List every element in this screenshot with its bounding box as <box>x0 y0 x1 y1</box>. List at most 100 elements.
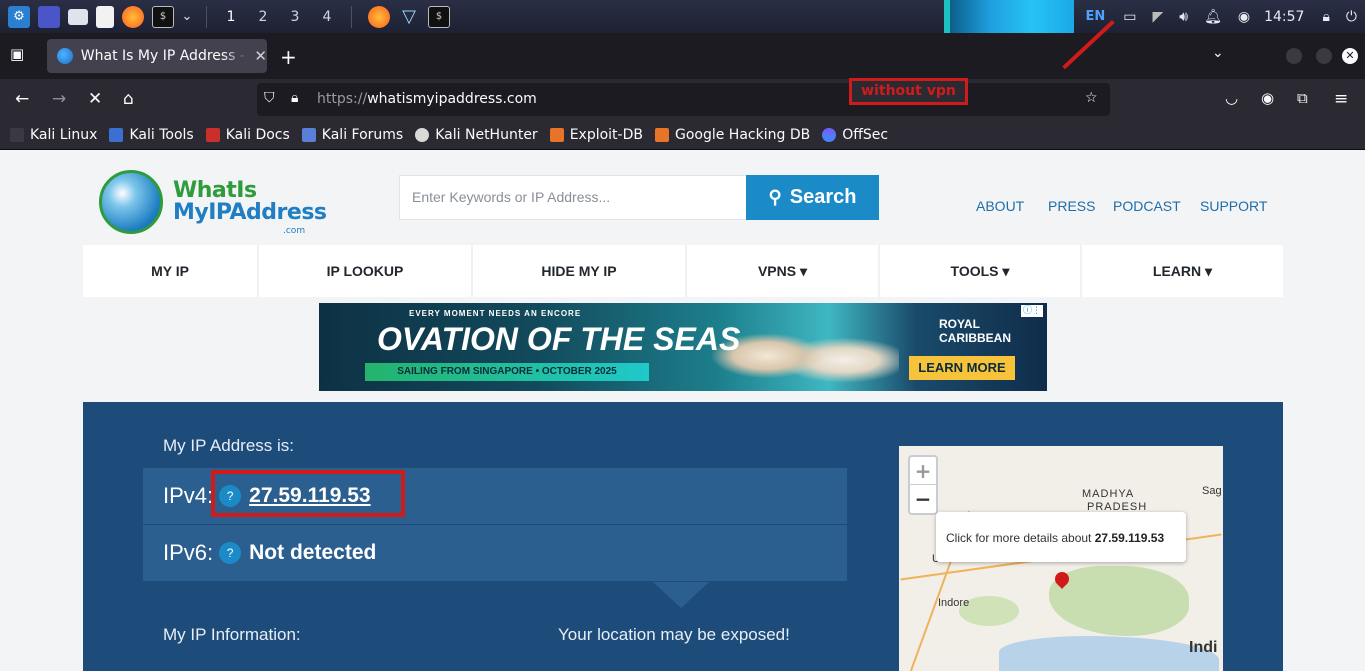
exploit-db-icon <box>549 128 564 142</box>
file-manager-icon[interactable] <box>68 8 88 25</box>
minimize-button[interactable] <box>1286 48 1302 64</box>
clock[interactable]: 14:57 <box>1264 9 1304 25</box>
nav-ip-lookup[interactable]: IP LOOKUP <box>259 245 473 297</box>
forward-button[interactable]: → <box>52 89 66 109</box>
network-icon[interactable]: ◤ <box>1153 9 1164 25</box>
url-bar[interactable]: ⛉ 🔒︎ https://whatismyipaddress.com ☆ <box>257 83 1110 116</box>
keyboard-layout[interactable]: EN <box>1086 9 1106 24</box>
nav-learn[interactable]: LEARN ▾ <box>1082 245 1283 297</box>
taskbar-separator <box>206 5 207 28</box>
kali-menu-icon[interactable]: ⚙ <box>8 5 30 28</box>
site-logo[interactable]: WhatIs MyIPAddress .com <box>97 168 327 240</box>
location-map[interactable]: MADHYA PRADESH Sag U Indore Indi + − Cli… <box>899 446 1223 671</box>
account-icon[interactable]: ◉ <box>1261 89 1274 107</box>
workspace-3[interactable]: 3 <box>279 9 311 25</box>
bookmark-star-icon[interactable]: ☆ <box>1085 90 1098 106</box>
map-popup-ip: 27.59.119.53 <box>1094 531 1165 545</box>
ad-learn-more-button[interactable]: LEARN MORE <box>909 356 1015 380</box>
zoom-out-button[interactable]: − <box>910 485 936 513</box>
terminal-window-icon[interactable]: $ <box>428 5 450 28</box>
search-input[interactable]: Enter Keywords or IP Address... <box>399 175 747 220</box>
help-icon[interactable]: ? <box>219 542 242 564</box>
bookmark-kali-nethunter[interactable]: Kali NetHunter <box>415 127 538 143</box>
nav-vpns[interactable]: VPNS ▾ <box>687 245 880 297</box>
tab-strip: ▣ What Is My IP Address - S ✕ + ⌄ ✕ <box>0 33 1365 79</box>
kali-dragon-icon <box>10 128 24 142</box>
close-tab-icon[interactable]: ✕ <box>254 47 267 65</box>
back-button[interactable]: ← <box>15 89 29 109</box>
lock-icon[interactable]: 🔒︎ <box>291 90 298 106</box>
bookmark-offsec[interactable]: OffSec <box>822 127 888 143</box>
lock-icon[interactable]: 🔒︎ <box>1322 9 1329 25</box>
ipv6-row: IPv6: ? Not detected <box>143 525 847 581</box>
firefox-window-icon[interactable] <box>368 5 390 28</box>
bookmark-label: Kali Docs <box>225 127 290 143</box>
logout-icon[interactable]: ⏻ <box>1346 9 1357 25</box>
ad-headline: OVATION OF THE SEAS <box>377 321 741 357</box>
bookmark-kali-linux[interactable]: Kali Linux <box>10 127 97 143</box>
map-popup[interactable]: Click for more details about 27.59.119.5… <box>936 512 1186 562</box>
bookmark-google-hacking-db[interactable]: Google Hacking DB <box>654 127 811 143</box>
close-window-button[interactable]: ✕ <box>1342 48 1358 64</box>
taskbar-separator <box>351 5 352 28</box>
terminal-icon[interactable]: $ <box>152 5 174 28</box>
notification-bell-icon[interactable]: 🔔︎ <box>1204 9 1222 25</box>
text-editor-icon[interactable] <box>96 5 114 28</box>
tracking-shield-icon[interactable]: ⛉ <box>264 90 275 106</box>
map-label: MADHYA <box>1082 488 1135 500</box>
link-about[interactable]: ABOUT <box>976 198 1024 214</box>
firefox-icon[interactable] <box>122 5 144 28</box>
ip-hero: My IP Address is: IPv4: ? 27.59.119.53 I… <box>83 402 1283 671</box>
zoom-in-button[interactable]: + <box>910 457 936 485</box>
ad-info-icon[interactable]: ⓘ⋮ <box>1021 305 1043 317</box>
nav-hide-my-ip[interactable]: HIDE MY IP <box>473 245 687 297</box>
power-icon[interactable]: ◉ <box>1238 9 1250 25</box>
bookmark-label: Exploit-DB <box>569 127 643 143</box>
maximize-button[interactable] <box>1316 48 1332 64</box>
url-text[interactable]: https://whatismyipaddress.com <box>317 91 537 107</box>
stop-loading-button[interactable]: ✕ <box>88 89 102 109</box>
bookmark-kali-docs[interactable]: Kali Docs <box>205 127 290 143</box>
bookmark-kali-tools[interactable]: Kali Tools <box>109 127 194 143</box>
tab-list-icon[interactable]: ▣ <box>10 45 24 63</box>
bookmark-label: Kali NetHunter <box>435 127 538 143</box>
vpn-app-icon[interactable]: ▽ <box>398 6 420 28</box>
ad-tagline: EVERY MOMENT NEEDS AN ENCORE <box>409 309 582 318</box>
bookmark-kali-forums[interactable]: Kali Forums <box>301 127 404 143</box>
offsec-icon <box>822 128 837 142</box>
bookmark-label: Kali Tools <box>129 127 194 143</box>
bookmark-label: Kali Forums <box>321 127 404 143</box>
workspace-1[interactable]: 1 <box>215 9 247 25</box>
new-tab-button[interactable]: + <box>280 45 297 69</box>
list-all-tabs-icon[interactable]: ⌄ <box>1212 45 1224 61</box>
tab-title: What Is My IP Address - S <box>80 48 249 64</box>
taskbar: ⚙ $ ⌄ 1 2 3 4 ▽ $ EN ▭ ◤ 🔊︎ 🔔︎ ◉ 14:57 🔒… <box>0 0 1365 33</box>
extensions-icon[interactable]: ⧉ <box>1297 89 1308 107</box>
link-podcast[interactable]: PODCAST <box>1113 198 1181 214</box>
workspace-4[interactable]: 4 <box>311 9 343 25</box>
link-press[interactable]: PRESS <box>1048 198 1095 214</box>
tab-whatismyip[interactable]: What Is My IP Address - S ✕ <box>47 39 267 73</box>
display-icon[interactable]: ▭ <box>1123 9 1136 25</box>
kali-tools-icon <box>109 128 124 142</box>
home-button[interactable]: ⌂ <box>123 89 134 109</box>
ipv4-label: IPv4: <box>163 483 214 508</box>
pocket-icon[interactable]: ◡ <box>1225 89 1238 107</box>
main-nav: MY IP IP LOOKUP HIDE MY IP VPNS ▾ TOOLS … <box>83 245 1283 297</box>
annotation-highlight-box <box>211 470 405 517</box>
menu-icon[interactable]: ≡ <box>1334 89 1348 109</box>
nav-my-ip[interactable]: MY IP <box>83 245 259 297</box>
link-support[interactable]: SUPPORT <box>1200 198 1267 214</box>
workspace-2[interactable]: 2 <box>247 9 279 25</box>
volume-icon[interactable]: 🔊︎ <box>1179 9 1188 25</box>
bookmark-exploit-db[interactable]: Exploit-DB <box>549 127 643 143</box>
bookmark-label: OffSec <box>842 127 889 143</box>
search-button[interactable]: ⚲ Search <box>746 175 879 220</box>
globe-logo-icon <box>99 170 163 234</box>
show-desktop-icon[interactable] <box>38 5 60 28</box>
nav-tools[interactable]: TOOLS ▾ <box>880 245 1082 297</box>
bookmark-label: Google Hacking DB <box>674 127 811 143</box>
chevron-down-icon[interactable]: ⌄ <box>176 6 198 28</box>
banner-ad[interactable]: EVERY MOMENT NEEDS AN ENCORE OVATION OF … <box>319 303 1047 391</box>
map-water <box>999 636 1219 671</box>
